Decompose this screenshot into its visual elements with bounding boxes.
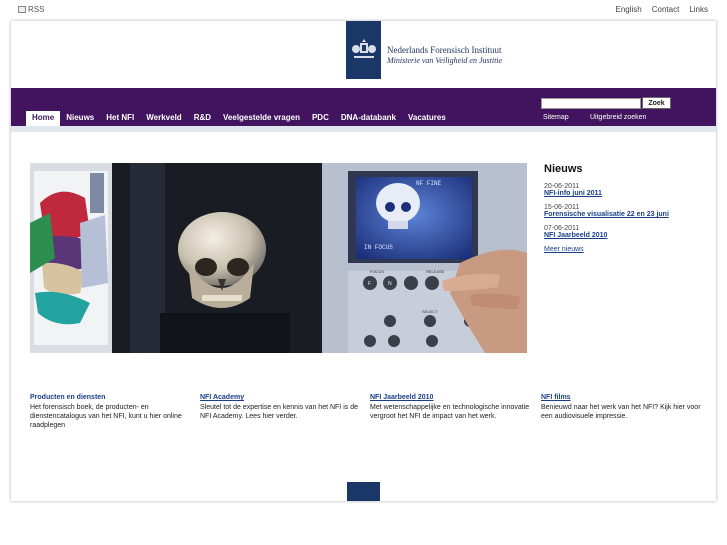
coat-of-arms-icon	[351, 39, 376, 58]
screen-label-top: NF FINE	[416, 180, 442, 187]
sub-band	[11, 126, 716, 132]
logo-title: Nederlands Forensisch Instituut	[387, 45, 502, 55]
feature-text: Met wetenschappelijke en technologische …	[370, 404, 530, 420]
feature-academy: NFI Academy Sleutel tot de expertise en …	[200, 394, 360, 421]
top-bar: RSS English Contact Links	[0, 0, 727, 20]
feature-title[interactable]: NFI Academy	[200, 394, 360, 401]
logo-text[interactable]: Nederlands Forensisch Instituut Minister…	[387, 45, 502, 65]
screen-label-bottom: IN FOCUS	[364, 244, 393, 251]
nav-item-dna-databank[interactable]: DNA-databank	[335, 111, 402, 126]
nav-item-nieuws[interactable]: Nieuws	[60, 111, 100, 126]
news-item: 15-06-2011 Forensische visualisatie 22 e…	[544, 204, 709, 218]
advanced-search-link[interactable]: Uitgebreid zoeken	[590, 114, 646, 121]
news-item: 07-06-2011 NFI Jaarbeeld 2010	[544, 225, 709, 239]
site-header: Nederlands Forensisch Instituut Minister…	[11, 21, 716, 88]
feature-title[interactable]: NFI Jaarbeeld 2010	[370, 394, 530, 401]
forensic-skull-photo: NF FINE IN FOCUS FOCUS F N RELEASE SELEC…	[30, 163, 527, 353]
feature-films: NFI films Benieuwd naar het werk van het…	[541, 394, 701, 421]
footer-logo-block	[347, 482, 380, 501]
nav-item-faq[interactable]: Veelgestelde vragen	[217, 111, 306, 126]
nav-item-rnd[interactable]: R&D	[188, 111, 217, 126]
logo[interactable]	[346, 21, 381, 79]
nav-item-home[interactable]: Home	[26, 111, 61, 126]
news-link[interactable]: NFI Jaarbeeld 2010	[544, 232, 709, 239]
news-heading: Nieuws	[544, 163, 583, 175]
page-container: Nederlands Forensisch Instituut Minister…	[11, 21, 716, 501]
feature-jaarbeeld: NFI Jaarbeeld 2010 Met wetenschappelijke…	[370, 394, 530, 421]
sitemap-link[interactable]: Sitemap	[543, 114, 569, 121]
feature-producten: Producten en diensten Het forensisch boe…	[30, 394, 190, 430]
news-date: 20-06-2011	[544, 183, 580, 190]
nav-item-vacatures[interactable]: Vacatures	[402, 111, 452, 126]
nav-item-pdc[interactable]: PDC	[306, 111, 335, 126]
key-label-release: RELEASE	[426, 269, 445, 274]
search-input[interactable]	[541, 98, 641, 109]
key-label-focus: FOCUS	[370, 269, 384, 274]
news-date: 07-06-2011	[544, 225, 580, 232]
contact-link[interactable]: Contact	[652, 5, 680, 14]
top-links: English Contact Links	[615, 5, 708, 14]
main-navigation: Home Nieuws Het NFI Werkveld R&D Veelges…	[11, 88, 716, 126]
news-panel: Nieuws 20-06-2011 NFI-info juni 2011 15-…	[544, 163, 709, 253]
news-date: 15-06-2011	[544, 204, 580, 211]
key-label-n: N	[388, 281, 392, 287]
search-button[interactable]: Zoek	[642, 97, 671, 109]
links-link[interactable]: Links	[689, 5, 708, 14]
nav-item-het-nfi[interactable]: Het NFI	[100, 111, 140, 126]
feature-title[interactable]: Producten en diensten	[30, 394, 190, 401]
hero-image[interactable]: NF FINE IN FOCUS FOCUS F N RELEASE SELEC…	[30, 163, 527, 353]
news-item: 20-06-2011 NFI-info juni 2011	[544, 183, 709, 197]
nav-item-werkveld[interactable]: Werkveld	[140, 111, 187, 126]
key-label-select: SELECT	[422, 309, 438, 314]
rss-label: RSS	[28, 5, 45, 14]
rss-icon	[18, 6, 26, 13]
nav-items: Home Nieuws Het NFI Werkveld R&D Veelges…	[26, 111, 452, 126]
logo-subtitle: Ministerie van Veiligheid en Justitie	[387, 56, 503, 65]
news-link[interactable]: NFI-info juni 2011	[544, 190, 709, 197]
rss-link[interactable]: RSS	[18, 5, 44, 14]
feature-title[interactable]: NFI films	[541, 394, 701, 401]
feature-text: Sleutel tot de expertise en kennis van h…	[200, 404, 358, 420]
key-label-f: F	[368, 281, 371, 287]
english-link[interactable]: English	[615, 5, 641, 14]
feature-text: Benieuwd naar het werk van het NFI? Kijk…	[541, 404, 701, 420]
feature-text: Het forensisch boek, de producten- en di…	[30, 404, 182, 429]
news-link[interactable]: Forensische visualisatie 22 en 23 juni	[544, 211, 709, 218]
more-news-link[interactable]: Meer nieuws	[544, 246, 709, 253]
